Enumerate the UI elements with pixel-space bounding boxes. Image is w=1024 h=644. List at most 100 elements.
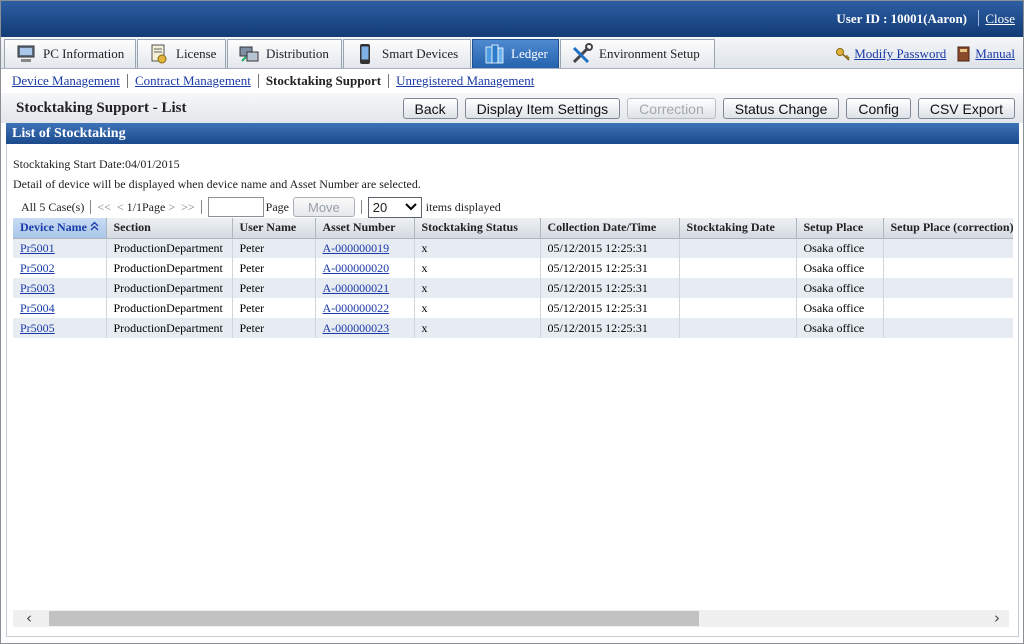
modify-password-link[interactable]: Modify Password [835, 46, 946, 62]
subnav-contract-management[interactable]: Contract Management [135, 73, 251, 89]
modify-password-label: Modify Password [854, 46, 947, 61]
section-header: List of Stocktaking [6, 123, 1019, 144]
config-button[interactable]: Config [846, 98, 911, 119]
license-icon [148, 43, 170, 65]
column-header-stocktaking-date[interactable]: Stocktaking Date [679, 218, 797, 239]
ledger-icon [483, 43, 505, 65]
cell-stocktaking-status: x [414, 238, 541, 258]
device-name-link[interactable]: Pr5005 [20, 321, 55, 335]
tab-label: License [176, 46, 217, 61]
tab-label: Distribution [266, 46, 329, 61]
cell-user-name: Peter [232, 278, 316, 298]
cell-user-name: Peter [232, 318, 316, 338]
content-panel: Stocktaking Start Date:04/01/2015 Detail… [6, 144, 1019, 637]
cell-device-name: Pr5003 [13, 278, 107, 298]
cell-asset-number: A-000000020 [315, 258, 415, 278]
chevron-down-icon [405, 203, 417, 211]
tab-environment-setup[interactable]: Environment Setup [560, 39, 715, 68]
cell-stocktaking-status: x [414, 318, 541, 338]
table-row: Pr5004 ProductionDepartment Peter A-0000… [13, 298, 1013, 318]
column-header-user-name[interactable]: User Name [232, 218, 316, 239]
subnav-separator [126, 74, 128, 88]
cell-asset-number: A-000000022 [315, 298, 415, 318]
status-change-button[interactable]: Status Change [722, 98, 840, 119]
cell-stocktaking-date [679, 238, 797, 258]
column-header-setup-place-correction[interactable]: Setup Place (correction) [883, 218, 1013, 239]
column-header-device-name[interactable]: Device Name [13, 218, 107, 239]
paging-separator [200, 200, 202, 214]
user-id-label: User ID : 10001(Aaron) [836, 11, 967, 26]
sort-ascending-icon [90, 221, 99, 231]
asset-number-link[interactable]: A-000000021 [323, 281, 390, 295]
column-header-setup-place[interactable]: Setup Place [796, 218, 884, 239]
subnav-device-management[interactable]: Device Management [12, 73, 120, 89]
app-window: User ID : 10001(Aaron) Close PC Informat… [0, 0, 1024, 644]
column-header-stocktaking-status[interactable]: Stocktaking Status [414, 218, 541, 239]
asset-number-link[interactable]: A-000000023 [323, 321, 390, 335]
move-button[interactable]: Move [292, 197, 355, 217]
cell-device-name: Pr5001 [13, 238, 107, 258]
distribution-icon [238, 43, 260, 65]
horizontal-scrollbar[interactable]: ‹ › [13, 610, 1009, 627]
cell-section: ProductionDepartment [106, 318, 233, 338]
cell-stocktaking-date [679, 318, 797, 338]
stocktaking-table: Device Name Section User Name Asset Numb… [13, 218, 1013, 338]
toolbar: Back Display Item Settings Correction St… [402, 98, 1015, 119]
first-page-link[interactable]: << [97, 200, 111, 215]
scroll-right-arrow-icon[interactable]: › [987, 610, 1007, 627]
device-name-link[interactable]: Pr5002 [20, 261, 55, 275]
scroll-left-arrow-icon[interactable]: ‹ [19, 610, 39, 627]
tab-pc-information[interactable]: PC Information [4, 39, 136, 68]
items-per-page-select[interactable]: 20 [367, 196, 422, 218]
asset-number-link[interactable]: A-000000019 [323, 241, 390, 255]
manual-link[interactable]: Manual [956, 46, 1015, 62]
column-header-collection-date-time[interactable]: Collection Date/Time [540, 218, 680, 239]
items-displayed-label: items displayed [425, 199, 501, 214]
subnav-unregistered-management[interactable]: Unregistered Management [396, 73, 534, 89]
pagination-bar: All 5 Case(s) << < 1/1Page > >> Page Mov… [21, 196, 501, 218]
header-separator [978, 10, 979, 26]
cell-setup-place: Osaka office [796, 238, 884, 258]
cell-setup-place: Osaka office [796, 298, 884, 318]
next-page-link[interactable]: > [168, 200, 175, 215]
cell-collection-date-time: 05/12/2015 12:25:31 [540, 258, 680, 278]
tab-license[interactable]: License [137, 39, 226, 68]
page-number-input[interactable] [207, 197, 264, 217]
asset-number-link[interactable]: A-000000022 [323, 301, 390, 315]
cell-collection-date-time: 05/12/2015 12:25:31 [540, 318, 680, 338]
cell-collection-date-time: 05/12/2015 12:25:31 [540, 298, 680, 318]
display-item-settings-button[interactable]: Display Item Settings [464, 98, 621, 119]
column-header-section[interactable]: Section [106, 218, 233, 239]
tab-label: PC Information [43, 46, 125, 61]
stocktaking-start-date: Stocktaking Start Date:04/01/2015 [13, 157, 180, 171]
manual-label: Manual [975, 46, 1015, 61]
subnav-separator [388, 74, 390, 88]
tab-distribution[interactable]: Distribution [227, 39, 342, 68]
device-name-link[interactable]: Pr5003 [20, 281, 55, 295]
detail-note: Detail of device will be displayed when … [13, 177, 421, 191]
tab-ledger[interactable]: Ledger [472, 39, 559, 68]
back-button[interactable]: Back [402, 98, 458, 119]
cell-setup-place-correction [883, 298, 1013, 318]
cell-section: ProductionDepartment [106, 258, 233, 278]
column-header-asset-number[interactable]: Asset Number [315, 218, 415, 239]
close-link[interactable]: Close [985, 11, 1015, 27]
csv-export-button[interactable]: CSV Export [917, 98, 1015, 119]
correction-button[interactable]: Correction [627, 98, 716, 119]
cell-asset-number: A-000000021 [315, 278, 415, 298]
tab-smart-devices[interactable]: Smart Devices [343, 39, 471, 68]
table-row: Pr5001 ProductionDepartment Peter A-0000… [13, 238, 1013, 258]
cell-setup-place: Osaka office [796, 278, 884, 298]
cell-asset-number: A-000000019 [315, 238, 415, 258]
device-name-link[interactable]: Pr5004 [20, 301, 55, 315]
cell-stocktaking-status: x [414, 258, 541, 278]
device-name-link[interactable]: Pr5001 [20, 241, 55, 255]
prev-page-link[interactable]: < [117, 200, 124, 215]
table-row: Pr5002 ProductionDepartment Peter A-0000… [13, 258, 1013, 278]
asset-number-link[interactable]: A-000000020 [323, 261, 390, 275]
subnav-separator [257, 74, 259, 88]
paging-separator [360, 200, 362, 214]
last-page-link[interactable]: >> [181, 200, 195, 215]
cell-stocktaking-date [679, 298, 797, 318]
scrollbar-thumb[interactable] [49, 611, 699, 626]
